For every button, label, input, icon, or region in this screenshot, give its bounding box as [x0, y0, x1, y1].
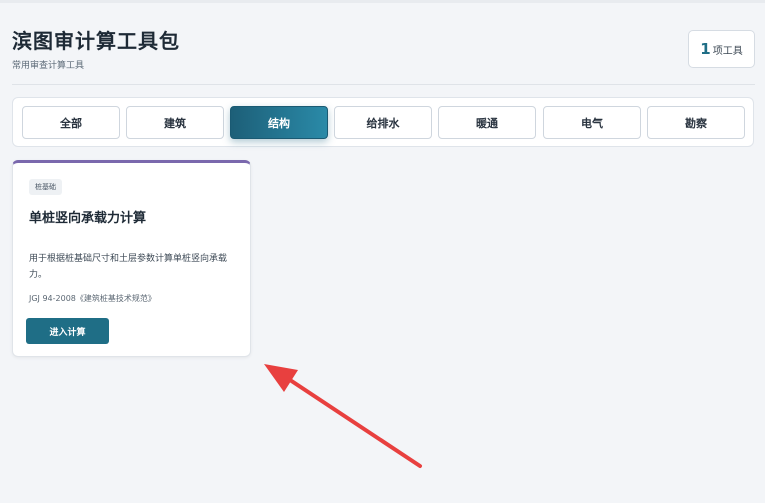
tool-count-badge: 1 项工具 [688, 30, 755, 68]
enter-calculation-button[interactable]: 进入计算 [26, 318, 109, 344]
tab-architecture[interactable]: 建筑 [126, 106, 224, 139]
tab-all[interactable]: 全部 [22, 106, 120, 139]
category-tabs: 全部 建筑 结构 给排水 暖通 电气 勘察 [12, 97, 754, 147]
page-title: 滨图审计算工具包 [12, 29, 180, 53]
tool-card-description: 用于根据桩基础尺寸和土层参数计算单桩竖向承载力。 [29, 254, 228, 280]
tab-structure[interactable]: 结构 [230, 106, 328, 139]
tab-survey[interactable]: 勘察 [647, 106, 745, 139]
header-divider [12, 84, 755, 85]
page-header: 滨图审计算工具包 常用审查计算工具 1 项工具 [0, 3, 765, 85]
tab-hvac[interactable]: 暖通 [438, 106, 536, 139]
page-subtitle: 常用审查计算工具 [12, 61, 85, 71]
tool-card-standard: JGJ 94-2008《建筑桩基技术规范》 [29, 294, 156, 303]
tool-count-value: 1 [700, 40, 711, 58]
tool-category-tag: 桩基础 [29, 179, 62, 195]
tool-card-title: 单桩竖向承载力计算 [29, 211, 147, 226]
tool-count-unit: 项工具 [712, 45, 743, 57]
tab-plumbing[interactable]: 给排水 [334, 106, 432, 139]
tool-card: 桩基础 单桩竖向承载力计算 用于根据桩基础尺寸和土层参数计算单桩竖向承载力。 J… [12, 160, 251, 357]
tab-electrical[interactable]: 电气 [543, 106, 641, 139]
